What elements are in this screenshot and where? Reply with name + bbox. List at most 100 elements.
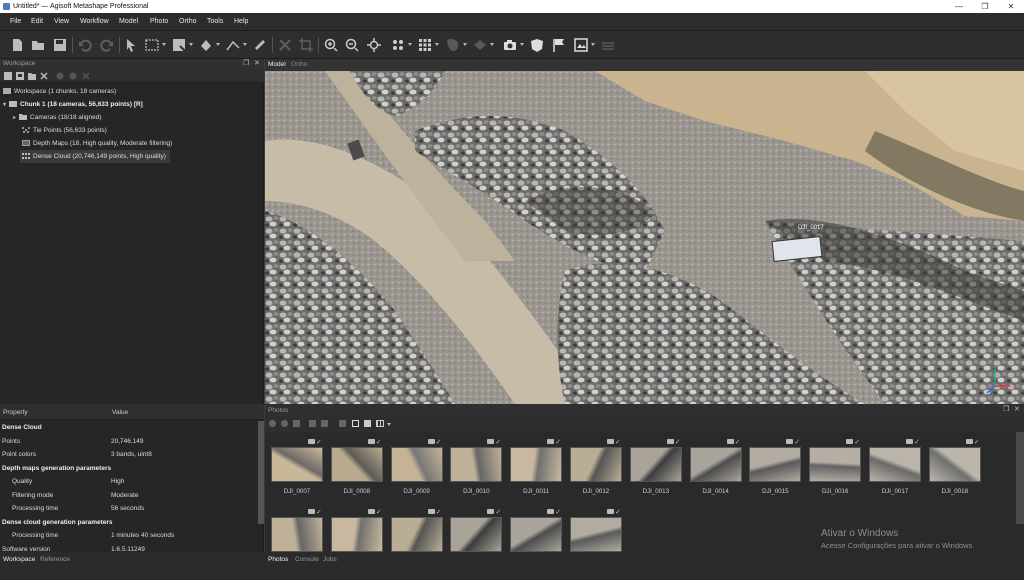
chevron-down-icon[interactable]: [189, 43, 193, 46]
tab-reference[interactable]: Reference: [40, 556, 70, 563]
new-document-icon[interactable]: [10, 38, 24, 52]
add-chunk-icon[interactable]: [4, 72, 12, 80]
float-panel-icon[interactable]: ❐: [1003, 405, 1009, 413]
add-photos-icon[interactable]: [16, 72, 24, 80]
navigation-cursor-icon[interactable]: [124, 38, 138, 52]
show-region-icon[interactable]: [601, 38, 615, 52]
close-panel-icon[interactable]: ✕: [254, 59, 260, 67]
close-x-icon[interactable]: [82, 72, 90, 80]
property-group-row[interactable]: Depth maps generation parameters: [0, 462, 258, 476]
menu-help[interactable]: Help: [234, 18, 248, 25]
menu-model[interactable]: Model: [119, 18, 138, 25]
show-shapes-icon[interactable]: [530, 38, 544, 52]
menu-ortho[interactable]: Ortho: [179, 18, 197, 25]
chevron-down-icon[interactable]: [490, 43, 494, 46]
photo-thumbnail[interactable]: ✓ DJI_0012: [570, 438, 624, 498]
value-column-header[interactable]: Value: [112, 409, 128, 416]
tree-item-dense-cloud[interactable]: Dense Cloud (20,746,149 points, High qua…: [20, 150, 170, 163]
chevron-down-icon[interactable]: [387, 423, 391, 426]
add-folder-icon[interactable]: [28, 72, 36, 80]
tab-ortho[interactable]: Ortho: [291, 61, 307, 68]
close-panel-icon[interactable]: ✕: [1014, 405, 1020, 413]
properties-scrollbar[interactable]: [258, 421, 264, 524]
delete-selection-icon[interactable]: [278, 38, 292, 52]
tree-item-workspace[interactable]: Workspace (1 chunks, 18 cameras): [3, 85, 116, 98]
menu-photo[interactable]: Photo: [150, 18, 168, 25]
show-masks-icon[interactable]: [352, 420, 359, 427]
photo-thumbnail[interactable]: ✓ DJI_0008: [330, 438, 385, 498]
tab-photos[interactable]: Photos: [268, 556, 288, 563]
float-panel-icon[interactable]: ❐: [243, 59, 249, 67]
remove-photo-icon[interactable]: [293, 420, 300, 427]
expand-chevron-right-icon[interactable]: ▸: [13, 115, 16, 121]
rotate-right-icon[interactable]: [321, 420, 328, 427]
expand-chevron-down-icon[interactable]: ▾: [3, 102, 6, 108]
tree-item-tie-points[interactable]: Tie Points (56,633 points): [22, 124, 107, 137]
photo-thumbnail[interactable]: ✓ DJI_0016: [809, 438, 863, 498]
menu-tools[interactable]: Tools: [207, 18, 223, 25]
photo-thumbnail[interactable]: ✓ DJI_0010: [450, 438, 504, 498]
disable-icon[interactable]: [69, 72, 77, 80]
dense-cloud-view-icon[interactable]: [418, 38, 432, 52]
menu-view[interactable]: View: [54, 18, 69, 25]
disable-photo-icon[interactable]: [281, 420, 288, 427]
photo-thumbnail[interactable]: ✓ DJI_0017: [869, 438, 923, 498]
redo-icon[interactable]: [100, 38, 114, 52]
chevron-down-icon[interactable]: [216, 43, 220, 46]
photo-thumbnail[interactable]: ✓ DJI_0011: [510, 438, 564, 498]
property-group-row[interactable]: Dense cloud generation parameters: [0, 516, 258, 530]
photo-thumbnail[interactable]: ✓ DJI_0015: [749, 438, 803, 498]
property-row[interactable]: Points 20,746,149: [0, 435, 258, 449]
photo-thumbnail[interactable]: ✓ DJI_0013: [629, 438, 684, 498]
open-folder-icon[interactable]: [31, 38, 45, 52]
resize-region-icon[interactable]: [172, 38, 186, 52]
chevron-down-icon[interactable]: [162, 43, 166, 46]
chevron-down-icon[interactable]: [463, 43, 467, 46]
menu-workflow[interactable]: Workflow: [80, 18, 109, 25]
shape-draw-icon[interactable]: [199, 38, 213, 52]
zoom-out-icon[interactable]: [345, 38, 359, 52]
show-cameras-icon[interactable]: [503, 38, 517, 52]
model-view[interactable]: Model Ortho DJI_0017: [265, 59, 1024, 404]
close-button[interactable]: ✕: [998, 0, 1024, 13]
ruler-line-icon[interactable]: [226, 38, 240, 52]
menu-file[interactable]: File: [10, 18, 21, 25]
enable-photo-icon[interactable]: [269, 420, 276, 427]
save-icon[interactable]: [53, 38, 67, 52]
minimize-button[interactable]: —: [946, 0, 972, 13]
chevron-down-icon[interactable]: [435, 43, 439, 46]
photo-thumbnail[interactable]: ✓ DJI_0009: [390, 438, 445, 498]
tree-item-chunk[interactable]: ▾ Chunk 1 (18 cameras, 56,633 points) [R]: [3, 98, 143, 111]
tab-model[interactable]: Model: [268, 61, 286, 68]
chevron-down-icon[interactable]: [243, 43, 247, 46]
view-mode-icon[interactable]: [376, 420, 384, 427]
tree-item-cameras[interactable]: ▸ Cameras (18/18 aligned): [13, 111, 102, 124]
reset-filter-icon[interactable]: [339, 420, 346, 427]
tab-workspace[interactable]: Workspace: [3, 556, 35, 563]
property-row[interactable]: Filtering mode Moderate: [0, 489, 258, 503]
property-row[interactable]: Processing time 1 minutes 40 seconds: [0, 529, 258, 543]
show-info-icon[interactable]: [364, 420, 371, 427]
tiled-model-icon[interactable]: [473, 38, 487, 52]
property-row[interactable]: Quality High: [0, 475, 258, 489]
tree-item-depth-maps[interactable]: Depth Maps (18, High quality, Moderate f…: [22, 137, 172, 150]
rectangle-selection-icon[interactable]: [145, 38, 159, 52]
property-column-header[interactable]: Property: [3, 409, 28, 416]
photos-scrollbar[interactable]: [1016, 432, 1024, 524]
chevron-down-icon[interactable]: [591, 43, 595, 46]
show-images-icon[interactable]: [574, 38, 588, 52]
measure-ruler-icon[interactable]: [253, 38, 267, 52]
photo-thumbnail[interactable]: ✓ DJI_0018: [928, 438, 983, 498]
chevron-down-icon[interactable]: [408, 43, 412, 46]
reset-view-icon[interactable]: [367, 38, 381, 52]
enable-icon[interactable]: [56, 72, 64, 80]
undo-icon[interactable]: [78, 38, 92, 52]
tab-console[interactable]: Console: [295, 556, 319, 563]
crop-icon[interactable]: [299, 38, 313, 52]
photo-thumbnail[interactable]: ✓ DJI_0014: [689, 438, 744, 498]
model-shaded-icon[interactable]: [446, 38, 460, 52]
menu-edit[interactable]: Edit: [31, 18, 43, 25]
rotate-left-icon[interactable]: [309, 420, 316, 427]
tab-jobs[interactable]: Jobs: [323, 556, 337, 563]
chevron-down-icon[interactable]: [520, 43, 524, 46]
